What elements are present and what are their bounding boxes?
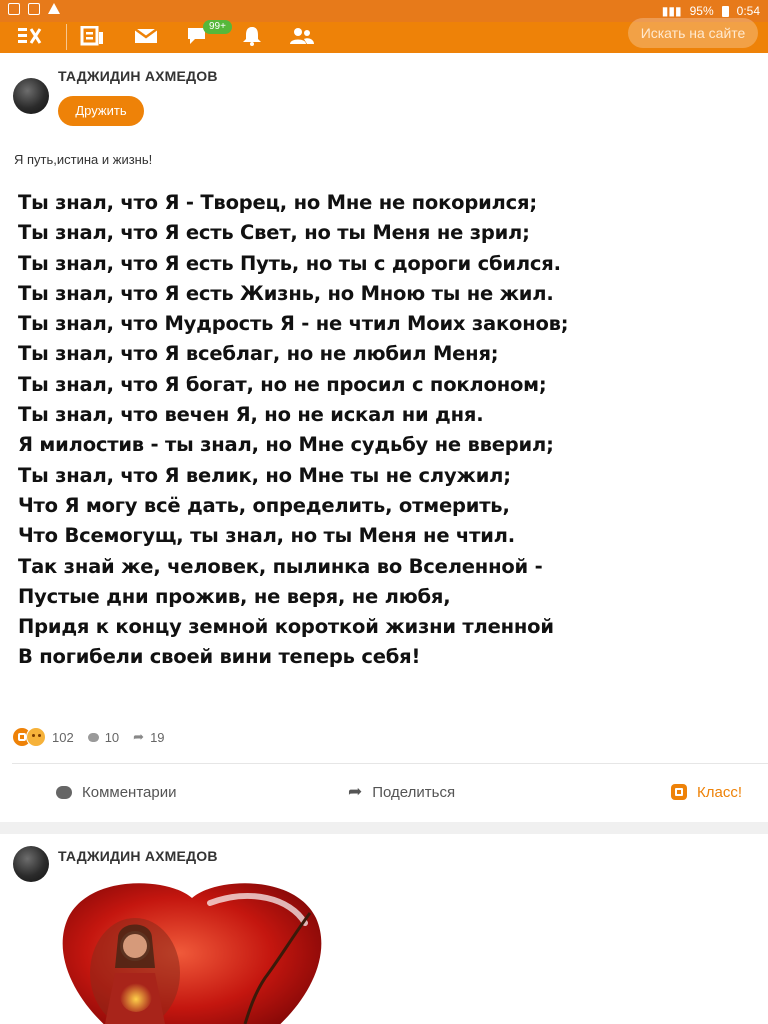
poem-line: Я милостив - ты знал, но Мне судьбу не в…: [18, 433, 554, 457]
menu-icon[interactable]: [18, 26, 42, 46]
toolbar-divider: [66, 24, 67, 50]
share-count-icon: ➦: [133, 729, 145, 744]
add-friend-button[interactable]: Дружить: [58, 96, 144, 126]
app-notification-icon: [8, 3, 20, 15]
shares-count: 19: [150, 729, 165, 745]
poem-line: Ты знал, что Мудрость Я - не чтил Моих з…: [18, 312, 569, 336]
notification-icons: [8, 3, 60, 15]
feed-icon[interactable]: [80, 26, 104, 46]
post-author-name-2[interactable]: ТАДЖИДИН АХМЕДОВ: [58, 848, 218, 864]
comment-icon: [56, 785, 72, 799]
status-right: ▮▮▮ 95% 0:54: [662, 4, 760, 18]
poem-line: Так знай же, человек, пылинка во Вселенн…: [18, 554, 543, 578]
comments-label: Комментарии: [82, 783, 177, 801]
comment-count-icon: [87, 732, 99, 742]
signal-icon: ▮▮▮: [661, 4, 682, 18]
bell-icon[interactable]: [240, 26, 264, 46]
share-icon: ➦: [348, 782, 363, 801]
sad-reaction-icon[interactable]: [26, 727, 46, 747]
comments-count: 10: [104, 729, 120, 745]
klass-icon: [671, 784, 687, 800]
poem-line: Что Всемогущ, ты знал, но ты Меня не чти…: [18, 524, 515, 548]
heart-picture: [62, 883, 322, 1024]
author-avatar[interactable]: [13, 78, 49, 114]
poem-line: Ты знал, что Я всеблаг, но не любил Меня…: [18, 342, 499, 366]
share-button[interactable]: ➦ Поделиться: [348, 780, 455, 804]
poem-line: Ты знал, что Я - Творец, но Мне не покор…: [18, 191, 537, 214]
share-label: Поделиться: [372, 783, 456, 801]
post-divider: [12, 763, 768, 764]
post-stats: 102 10 ➦ 19: [12, 726, 165, 748]
reactions-count[interactable]: 102: [52, 730, 74, 745]
clock: 0:54: [736, 4, 760, 18]
post-separator: [0, 822, 768, 834]
poem-line: Ты знал, что Я есть Жизнь, но Мною ты не…: [18, 281, 554, 305]
battery-percent: 95%: [689, 4, 714, 18]
poem-line: Что Я могу всё дать, определить, отмерит…: [18, 493, 510, 517]
heart-jesus-image[interactable]: [60, 878, 324, 1024]
post-text: Я путь,истина и жизнь!: [14, 152, 153, 167]
klass-button[interactable]: Класс!: [671, 780, 742, 804]
poem-line: В погибели своей вини теперь себя!: [18, 645, 421, 669]
poem-image-text[interactable]: Ты знал, что Я - Творец, но Мне не покор…: [18, 188, 618, 673]
poem-line: Придя к концу земной короткой жизни тлен…: [18, 615, 554, 639]
notification-badge: 99+: [203, 20, 232, 34]
poem-line: Пустые дни прожив, не веря, не любя,: [18, 584, 451, 608]
comments-button[interactable]: Комментарии: [56, 780, 176, 804]
search-button[interactable]: Искать на сайте: [628, 18, 758, 48]
poem-line: Ты знал, что Я велик, но Мне ты не служи…: [18, 463, 511, 487]
poem-line: Ты знал, что Я богат, но не просил с пок…: [18, 372, 547, 396]
top-toolbar: 99+ Искать на сайте: [0, 18, 768, 53]
warning-notification-icon: [48, 3, 60, 14]
friends-icon[interactable]: [290, 26, 314, 46]
poem-line: Ты знал, что Я есть Путь, но ты с дороги…: [18, 251, 561, 275]
mail-notification-icon: [28, 3, 40, 15]
messages-icon[interactable]: [134, 26, 158, 46]
battery-icon: [721, 5, 729, 17]
klass-label: Класс!: [697, 783, 742, 801]
author-avatar-2[interactable]: [13, 846, 49, 882]
poem-line: Ты знал, что Я есть Свет, но ты Меня не …: [18, 221, 530, 245]
poem-line: Ты знал, что вечен Я, но не искал ни дня…: [18, 403, 484, 427]
post-author-name[interactable]: ТАДЖИДИН АХМЕДОВ: [58, 68, 218, 84]
